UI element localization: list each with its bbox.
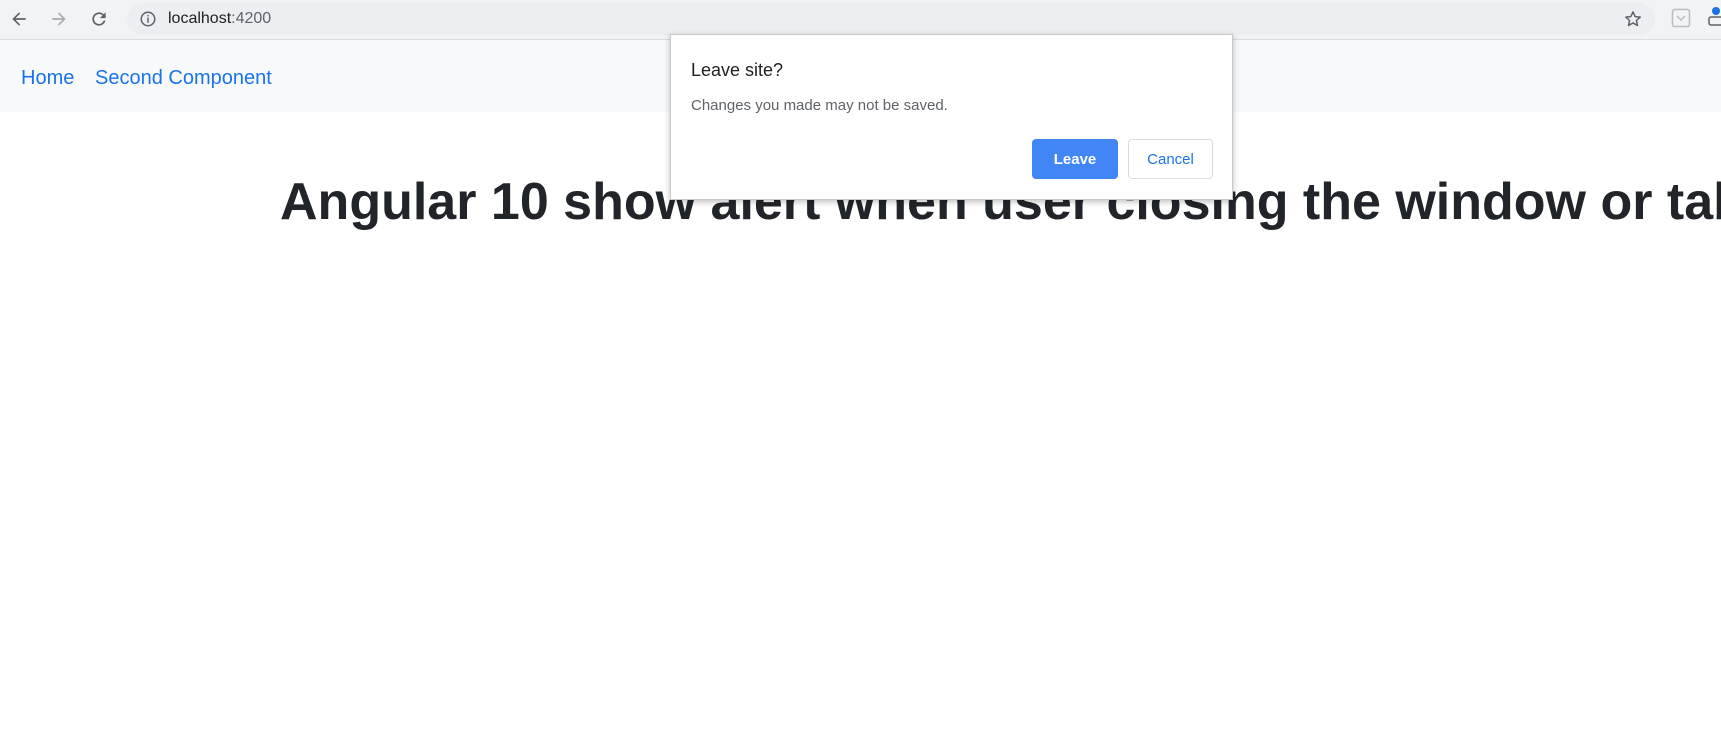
star-icon[interactable] [1623,9,1643,29]
info-icon[interactable] [139,10,157,28]
dialog-title: Leave site? [691,60,784,80]
leave-site-dialog: Leave site? Changes you made may not be … [670,34,1233,200]
nav-link-second-component[interactable]: Second Component [95,66,272,90]
reload-icon [92,12,106,26]
leave-button[interactable]: Leave [1032,139,1118,179]
url-port: :4200 [231,10,272,27]
back-button[interactable] [6,6,32,32]
forward-button[interactable] [46,6,72,32]
url-text: localhost:4200 [168,10,271,28]
arrow-left-icon [12,12,26,26]
profile-icon[interactable] [1706,6,1721,28]
extension-icon[interactable] [1671,8,1691,28]
reload-button[interactable] [86,6,112,32]
nav-link-home[interactable]: Home [21,66,74,90]
url-host: localhost [168,10,232,27]
address-bar[interactable]: localhost:4200 [127,3,1655,35]
cancel-button[interactable]: Cancel [1128,139,1213,179]
arrow-right-icon [52,12,66,26]
dialog-message: Changes you made may not be saved. [691,97,948,114]
